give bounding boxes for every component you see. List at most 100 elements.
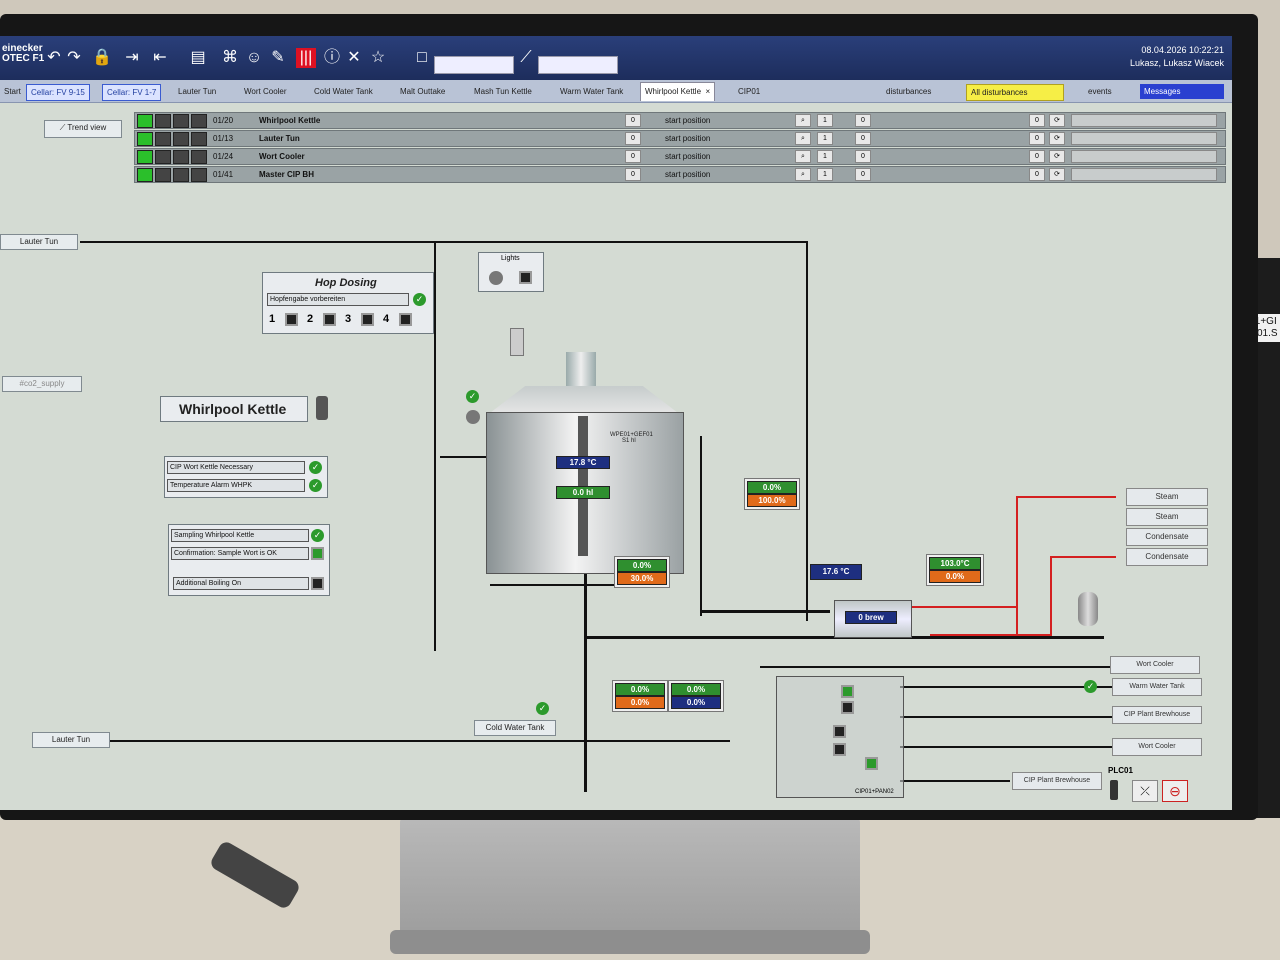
window-icon[interactable]: □ [412,48,432,68]
hop-dosing-ok-icon[interactable]: ✓ [413,293,426,306]
star-icon[interactable]: ☆ [368,48,388,68]
search-icon[interactable]: ⌕ [795,150,811,163]
row-value-2[interactable]: 0 [855,168,871,181]
pause-button[interactable] [155,114,171,128]
tab-malt-outtake[interactable]: Malt Outtake [396,84,449,99]
warm-water-ok-icon[interactable]: ✓ [1084,680,1097,693]
row-count[interactable]: 1 [817,132,833,145]
info-icon[interactable]: ⓘ [322,48,342,68]
row-value[interactable]: 0 [625,132,641,145]
cip-valve-button-5[interactable] [865,757,878,770]
tab-events[interactable]: events [1084,84,1116,99]
step-button[interactable] [191,150,207,164]
temp-alarm-ok-icon[interactable]: ✓ [309,479,322,492]
row-value-3[interactable]: 0 [1029,132,1045,145]
pause-button[interactable] [155,132,171,146]
cip-valve-button-1[interactable] [841,685,854,698]
close-tab-icon[interactable]: × [703,87,710,96]
warm-water-tank-link[interactable]: Warm Water Tank [1112,678,1202,696]
co2-supply-link[interactable]: #co2_supply [2,376,82,392]
refresh-icon[interactable]: ⟳ [1049,168,1065,181]
kettle-ok-icon[interactable]: ✓ [466,390,479,403]
row-value-3[interactable]: 0 [1029,168,1045,181]
tab-disturbances[interactable]: disturbances [882,84,935,99]
condensate-link-2[interactable]: Condensate [1126,548,1208,566]
cip-module[interactable]: CIP01+PAN02 [776,676,904,798]
undo-icon[interactable]: ↶ [44,48,64,68]
print-icon[interactable]: ▤ [188,48,208,68]
tab-all-disturbances[interactable]: All disturbances [966,84,1064,101]
tab-cold-water-tank[interactable]: Cold Water Tank [310,84,377,99]
tab-mash-tun-kettle[interactable]: Mash Tun Kettle [470,84,536,99]
tab-lauter-tun[interactable]: Lauter Tun [174,84,220,99]
cold-water-tank-link[interactable]: Cold Water Tank [474,720,556,736]
hop-slot-4-button[interactable] [399,313,412,326]
play-button[interactable] [137,132,153,146]
cip-necessary-ok-icon[interactable]: ✓ [309,461,322,474]
tab-cip01[interactable]: CIP01 [734,84,764,99]
stop-button[interactable] [173,114,189,128]
search-icon[interactable]: ⌕ [795,114,811,127]
step-button[interactable] [191,168,207,182]
network-icon[interactable]: ⌘ [220,48,240,68]
cip-valve-button-2[interactable] [841,701,854,714]
user-icon[interactable]: ☺ [244,48,264,68]
pause-button[interactable] [155,168,171,182]
refresh-icon[interactable]: ⟳ [1049,114,1065,127]
row-value-2[interactable]: 0 [855,132,871,145]
lights-toggle-button[interactable] [519,271,532,284]
wort-cooler-heat-exchanger[interactable]: 0 brew [834,600,912,638]
lauter-tun-link-bottom[interactable]: Lauter Tun [32,732,110,748]
row-count[interactable]: 1 [817,168,833,181]
play-button[interactable] [137,168,153,182]
alarm-icon[interactable]: ||| [296,48,316,68]
plc-connection-icon[interactable]: ⤫ [1132,780,1158,802]
hop-slot-2-button[interactable] [323,313,336,326]
agitator-indicator[interactable] [466,410,480,424]
sample-confirm-button[interactable] [311,547,324,560]
wort-cooler-link-2[interactable]: Wort Cooler [1112,738,1202,756]
hop-slot-1-button[interactable] [285,313,298,326]
step-button[interactable] [191,114,207,128]
play-button[interactable] [137,114,153,128]
tab-messages[interactable]: Messages [1140,84,1224,99]
row-value-3[interactable]: 0 [1029,114,1045,127]
cip-valve-button-4[interactable] [833,743,846,756]
edit-icon[interactable]: ✎ [268,48,288,68]
logout-icon[interactable]: ⇤ [150,48,170,68]
redo-icon[interactable]: ↷ [64,48,84,68]
hop-doser[interactable] [510,328,524,356]
tab-wort-cooler[interactable]: Wort Cooler [240,84,291,99]
stop-button[interactable] [173,150,189,164]
refresh-icon[interactable]: ⟳ [1049,150,1065,163]
step-button[interactable] [191,132,207,146]
tab-warm-water-tank[interactable]: Warm Water Tank [556,84,627,99]
condensate-link-1[interactable]: Condensate [1126,528,1208,546]
row-value-3[interactable]: 0 [1029,150,1045,163]
tab-cellar-fv-9-15[interactable]: Cellar: FV 9-15 [26,84,90,101]
refresh-icon[interactable]: ⟳ [1049,132,1065,145]
sampling-ok-icon[interactable]: ✓ [311,529,324,542]
tab-start[interactable]: Start [0,84,25,99]
additional-boiling-button[interactable] [311,577,324,590]
tab-whirlpool-kettle[interactable]: Whirlpool Kettle × [640,82,716,101]
search-icon[interactable]: ⌕ [795,168,811,181]
plc-stop-icon[interactable]: ⊖ [1162,780,1188,802]
stop-button[interactable] [173,132,189,146]
cip-plant-brewhouse-bottom-link[interactable]: CIP Plant Brewhouse [1012,772,1102,790]
row-count[interactable]: 1 [817,150,833,163]
steam-link-2[interactable]: Steam [1126,508,1208,526]
selector-combo-2[interactable] [538,56,618,74]
row-value[interactable]: 0 [625,114,641,127]
hop-slot-3-button[interactable] [361,313,374,326]
row-count[interactable]: 1 [817,114,833,127]
row-value-2[interactable]: 0 [855,150,871,163]
login-icon[interactable]: ⇥ [122,48,142,68]
pause-button[interactable] [155,150,171,164]
trend-icon[interactable]: ⟋ [516,48,536,68]
cip-valve-button-3[interactable] [833,725,846,738]
play-button[interactable] [137,150,153,164]
lauter-tun-link-top[interactable]: Lauter Tun [0,234,78,250]
cip-plant-brewhouse-link[interactable]: CIP Plant Brewhouse [1112,706,1202,724]
row-value[interactable]: 0 [625,150,641,163]
